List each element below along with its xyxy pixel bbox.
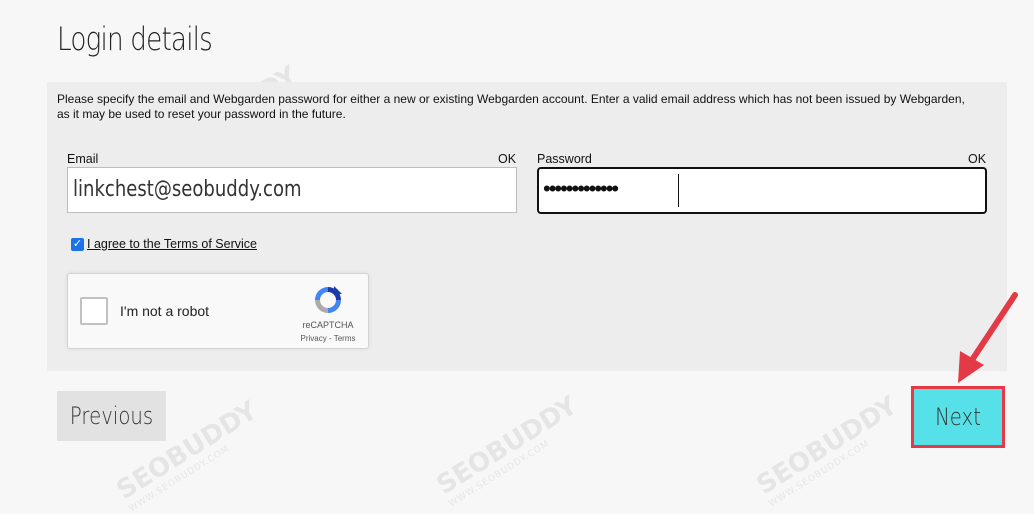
password-label: Password <box>537 152 592 166</box>
email-status: OK <box>498 152 517 166</box>
password-status: OK <box>968 152 987 166</box>
intro-text: Please specify the email and Webgarden p… <box>57 92 965 121</box>
red-arrow-icon <box>958 292 1018 383</box>
next-button-label: Next <box>935 403 981 431</box>
recaptcha-brand: reCAPTCHA <box>302 320 354 330</box>
password-field[interactable]: ••••••••••••• <box>537 167 987 214</box>
recaptcha-privacy-terms[interactable]: Privacy - Terms <box>290 334 366 343</box>
email-value: linkchest@seobuddy.com <box>73 177 302 202</box>
terms-agreement[interactable]: ✓ I agree to the Terms of Service <box>71 237 257 251</box>
password-value: ••••••••••••• <box>543 176 619 201</box>
recaptcha-logo-icon <box>315 286 342 313</box>
email-field[interactable]: linkchest@seobuddy.com <box>67 167 517 213</box>
previous-button-label: Previous <box>69 402 154 430</box>
recaptcha-label: I'm not a robot <box>120 303 210 319</box>
next-button[interactable]: Next <box>914 389 1002 445</box>
watermark: SEOBUDDYWWW.SEOBUDDY.COM <box>431 390 583 510</box>
email-label: Email <box>67 152 99 166</box>
previous-button[interactable]: Previous <box>57 391 166 441</box>
recaptcha-widget: I'm not a robot reCAPTCHA Privacy - Term… <box>67 273 369 349</box>
watermark: SEOBUDDYWWW.SEOBUDDY.COM <box>751 390 903 510</box>
page-title: Login details <box>57 20 213 58</box>
recaptcha-checkbox[interactable] <box>80 297 108 325</box>
terms-link[interactable]: I agree to the Terms of Service <box>87 237 257 251</box>
text-cursor <box>678 174 679 207</box>
terms-checkbox[interactable]: ✓ <box>71 237 84 251</box>
